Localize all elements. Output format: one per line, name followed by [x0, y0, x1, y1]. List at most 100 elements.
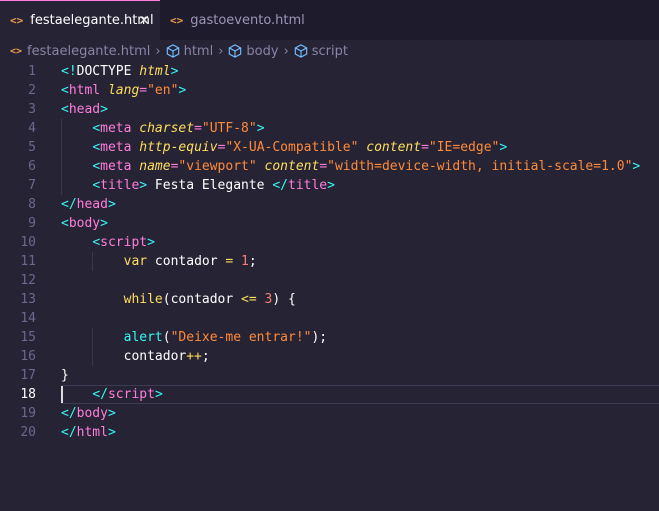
html-file-icon: <>: [10, 14, 24, 27]
code-line[interactable]: 11 var contador = 1;: [0, 252, 659, 271]
chevron-right-icon: ›: [218, 43, 224, 59]
code-token: lang: [107, 83, 140, 98]
code-token: script: [100, 235, 148, 250]
code-token: <: [92, 159, 101, 174]
code-token: </: [272, 178, 288, 193]
code-token: http-equiv: [139, 140, 218, 155]
tab-gastoevento[interactable]: <> gastoevento.html: [160, 0, 305, 40]
code-token: "width=device-width, initial-scale=1.0": [327, 159, 633, 174]
tab-festaelegante[interactable]: <> festaelegante.html ✕: [0, 0, 160, 40]
code-token: "X-UA-Compatible": [225, 140, 359, 155]
code-token: meta: [100, 159, 132, 174]
code-token: =: [139, 83, 148, 98]
line-code: <html lang="en">: [61, 81, 186, 100]
code-line[interactable]: 3 <head>: [0, 100, 659, 119]
code-line[interactable]: 12: [0, 271, 659, 290]
code-token: ++: [186, 349, 202, 364]
breadcrumb-item-html[interactable]: html: [184, 44, 214, 59]
code-token: >: [499, 140, 508, 155]
code-token: "en": [147, 83, 179, 98]
code-editor[interactable]: 1 <!DOCTYPE html> 2 <html lang="en"> 3 <head>…: [0, 62, 659, 511]
code-token: name: [139, 159, 171, 174]
code-token: >: [147, 235, 155, 250]
code-line[interactable]: 14: [0, 309, 659, 328]
code-token: html: [139, 64, 171, 79]
line-code: <meta http-equiv = "X-UA-Compatible" conte…: [61, 138, 507, 157]
code-token: >: [178, 83, 187, 98]
tab-bar: <> festaelegante.html ✕ <> gastoevento.h…: [0, 0, 659, 40]
code-line[interactable]: 10 <script>: [0, 233, 659, 252]
line-code: alert("Deixe-me entrar!");: [61, 328, 328, 347]
line-number: 19: [20, 406, 36, 421]
line-code: <!DOCTYPE html>: [61, 62, 178, 81]
line-number: 4: [28, 121, 36, 136]
code-line[interactable]: 4 <meta charset="UTF-8">: [0, 119, 659, 138]
line-number: 12: [20, 273, 36, 288]
breadcrumb-item-body[interactable]: body: [246, 44, 278, 59]
code-token: );: [311, 330, 328, 345]
breadcrumb-file[interactable]: festaelegante.html: [27, 44, 150, 59]
line-code: var contador = 1;: [61, 252, 257, 271]
code-token: 1: [241, 254, 249, 269]
code-token: "viewport": [178, 159, 257, 174]
code-line[interactable]: 13 while(contador <= 3) {: [0, 290, 659, 309]
code-line[interactable]: 16 contador++;: [0, 347, 659, 366]
code-line[interactable]: 20 </html>: [0, 423, 659, 442]
code-token: html: [76, 425, 108, 440]
code-token: </: [92, 387, 108, 402]
line-code: while(contador <= 3) {: [61, 290, 296, 309]
code-token: (contador: [162, 292, 242, 307]
code-token: charset: [139, 121, 195, 136]
code-token: >: [107, 406, 116, 421]
line-code: </html>: [61, 423, 116, 442]
code-line[interactable]: 17}: [0, 366, 659, 385]
code-token: meta: [100, 121, 132, 136]
code-token: ;: [248, 254, 257, 269]
code-line[interactable]: 7 <title> Festa Elegante </title>: [0, 176, 659, 195]
code-token: Festa Elegante: [147, 178, 273, 193]
code-line[interactable]: 8 </head>: [0, 195, 659, 214]
line-code: </head>: [61, 195, 116, 214]
code-line[interactable]: 15 alert("Deixe-me entrar!");: [0, 328, 659, 347]
code-token: =: [319, 159, 328, 174]
code-token: (: [162, 330, 171, 345]
code-line[interactable]: 1 <!DOCTYPE html>: [0, 62, 659, 81]
line-number: 7: [28, 178, 36, 193]
html-file-icon: <>: [10, 45, 23, 57]
tab-label: festaelegante.html: [30, 13, 154, 28]
code-token: <!: [61, 64, 77, 79]
code-token: >: [632, 159, 641, 174]
code-token: </: [61, 425, 77, 440]
code-token: <=: [241, 292, 257, 307]
line-number: 17: [20, 368, 36, 383]
code-token: body: [76, 406, 108, 421]
line-code: <body>: [61, 214, 108, 233]
code-token: "IE=edge": [428, 140, 500, 155]
code-token: title: [288, 178, 328, 193]
code-token: >: [107, 197, 116, 212]
code-line[interactable]: 6 <meta name="viewport" content="width=d…: [0, 157, 659, 176]
line-number: 18: [20, 387, 36, 402]
close-icon[interactable]: ✕: [138, 13, 150, 29]
code-line[interactable]: 19 </body>: [0, 404, 659, 423]
code-line[interactable]: 2 <html lang="en">: [0, 81, 659, 100]
code-token: head: [76, 197, 108, 212]
line-code: }: [61, 366, 69, 385]
code-line[interactable]: 5 <meta http-equiv = "X-UA-Compatible" con…: [0, 138, 659, 157]
code-line[interactable]: 18 </script>: [0, 385, 659, 404]
line-number: 15: [20, 330, 36, 345]
code-line[interactable]: 9 <body>: [0, 214, 659, 233]
line-number: 20: [20, 425, 36, 440]
code-token: >: [327, 178, 335, 193]
line-number: 9: [28, 216, 36, 231]
breadcrumb-item-script[interactable]: script: [312, 44, 348, 59]
line-code: <title> Festa Elegante </title>: [61, 176, 335, 195]
line-number: 2: [28, 83, 36, 98]
